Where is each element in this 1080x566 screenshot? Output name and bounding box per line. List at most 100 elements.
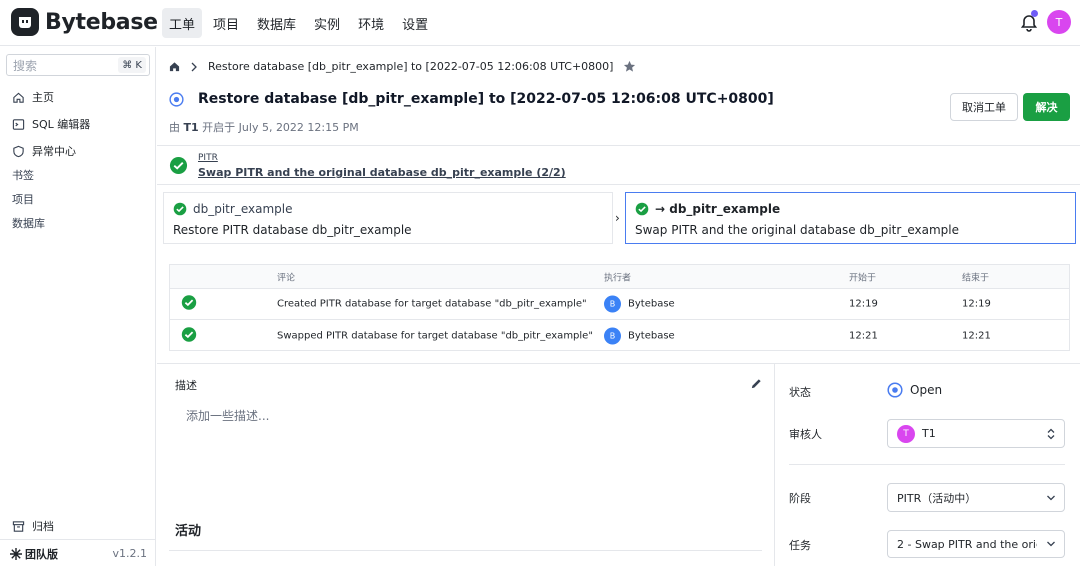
task-name: → db_pitr_example [655,202,781,216]
reviewer-label: 审核人 [789,428,822,441]
nav-item-environments[interactable]: 环境 [351,8,391,38]
panel-divider [789,464,1065,465]
description-label: 描述 [175,379,197,392]
home-icon[interactable] [169,61,180,72]
chevron-right-icon [191,62,197,71]
stage-value: PITR（活动中） [897,491,977,505]
chevron-right-icon: › [615,211,620,225]
reviewer-avatar: T [897,424,915,443]
executor-avatar: B [604,327,621,344]
sparkle-icon [10,548,22,560]
sidebar-item-label: SQL 编辑器 [32,118,91,131]
row-ended: 12:19 [962,298,991,310]
chevron-down-icon [1047,541,1055,547]
issue-title[interactable]: Restore database [db_pitr_example] to [2… [198,91,774,107]
row-executor: Bytebase [628,330,675,341]
reviewer-select[interactable]: T T1 [887,419,1065,448]
task-label: 任务 [789,539,811,552]
check-circle-icon [169,156,188,175]
task-name-row: db_pitr_example [173,202,292,216]
task-select[interactable]: 2 - Swap PITR and the original database … [887,530,1065,558]
sidebar: 搜索 ⌘ K 主页 SQL 编辑器 异常中心 书签 项目 数据库 归档 团队版 … [0,47,156,566]
issue-subline: 由 T1 开启于 July 5, 2022 12:15 PM [169,119,359,135]
breadcrumb-current: Restore database [db_pitr_example] to [2… [208,60,614,73]
row-comment: Swapped PITR database for target databas… [277,330,593,341]
stage-kicker: PITR [198,153,218,163]
search-shortcut: ⌘ K [118,57,146,73]
check-circle-icon [181,326,197,345]
sidebar-footer: 团队版 v1.2.1 [0,539,156,566]
chevron-updown-icon [1047,428,1055,439]
description-input[interactable]: 添加一些描述... [186,407,269,424]
row-executor: Bytebase [628,298,675,310]
user-avatar[interactable]: T [1047,10,1071,34]
sidebar-item-home[interactable]: 主页 [12,89,54,105]
nav-item-instances[interactable]: 实例 [307,8,347,38]
sidebar-section-databases[interactable]: 数据库 [12,215,45,231]
nav-item-databases[interactable]: 数据库 [250,8,303,38]
chevron-down-icon [1047,495,1055,500]
bytebase-logo-icon [11,8,39,36]
resolve-button[interactable]: 解决 [1023,93,1070,121]
table-header: 评论 执行者 开始于 结束于 [170,265,1069,289]
column-comment: 评论 [277,273,296,283]
app-name: Bytebase [45,9,158,35]
archive-icon [12,520,25,532]
stage-label: 阶段 [789,492,811,505]
task-description: Swap PITR and the original database db_p… [635,223,959,237]
status-text: Open [910,383,943,397]
breadcrumb: Restore database [db_pitr_example] to [2… [169,60,636,73]
task-value: 2 - Swap PITR and the original database … [897,537,1037,551]
column-ended: 结束于 [962,273,990,283]
sidebar-section-projects[interactable]: 项目 [12,191,34,207]
check-circle-icon [635,202,649,216]
nav-item-projects[interactable]: 项目 [206,8,246,38]
app-logo[interactable]: Bytebase [11,8,158,36]
pencil-icon[interactable] [750,377,763,390]
terminal-icon [12,118,25,130]
sidebar-section-bookmarks[interactable]: 书签 [12,167,34,183]
notification-dot [1031,10,1038,17]
reviewer-value: T1 [922,427,936,440]
nav-item-settings[interactable]: 设置 [395,8,435,38]
star-icon[interactable] [623,60,636,73]
row-started: 12:19 [849,298,878,310]
column-started: 开始于 [849,273,877,283]
issue-detail: Restore database [db_pitr_example] to [2… [157,47,1080,566]
check-circle-icon [173,202,187,216]
row-started: 12:21 [849,330,878,341]
status-open-icon [887,382,903,398]
row-ended: 12:21 [962,330,991,341]
issue-title-row: Restore database [db_pitr_example] to [2… [169,91,774,107]
task-name: db_pitr_example [193,202,293,216]
plan-badge[interactable]: 团队版 [10,546,58,562]
stage-bar[interactable]: PITR Swap PITR and the original database… [157,145,1080,185]
issue-sidebar-panel: 状态 Open 审核人 T T1 阶段 PITR（活动中） 任务 2 - Swa… [774,364,1080,566]
issue-creator[interactable]: T1 [184,121,199,134]
sidebar-item-anomaly-center[interactable]: 异常中心 [12,143,76,159]
sidebar-item-sql-editor[interactable]: SQL 编辑器 [12,116,90,132]
shield-icon [13,145,24,157]
task-card-selected[interactable]: → db_pitr_example Swap PITR and the orig… [625,192,1076,244]
table-row: Swapped PITR database for target databas… [170,320,1069,351]
stage-select[interactable]: PITR（活动中） [887,483,1065,512]
version-label: v1.2.1 [112,547,148,560]
subline-prefix: 由 [169,121,180,134]
nav-item-issues[interactable]: 工单 [162,8,203,38]
activity-divider [169,550,762,551]
column-executor: 执行者 [604,273,632,283]
subline-suffix: 开启于 July 5, 2022 12:15 PM [202,121,359,134]
task-card[interactable]: db_pitr_example Restore PITR database db… [163,192,613,244]
check-circle-icon [181,295,197,314]
top-bar: Bytebase 工单 项目 数据库 实例 环境 设置 T [0,0,1080,46]
activity-heading: 活动 [175,524,202,539]
status-open-icon [169,91,184,107]
sidebar-item-archive[interactable]: 归档 [12,518,54,534]
sidebar-item-label: 归档 [32,520,54,533]
status-label: 状态 [789,386,811,399]
cancel-issue-button[interactable]: 取消工单 [950,93,1018,121]
stage-name: Swap PITR and the original database db_p… [198,166,566,179]
search-placeholder: 搜索 [13,58,38,73]
search-input[interactable]: 搜索 ⌘ K [6,54,150,76]
row-comment: Created PITR database for target databas… [277,298,587,310]
